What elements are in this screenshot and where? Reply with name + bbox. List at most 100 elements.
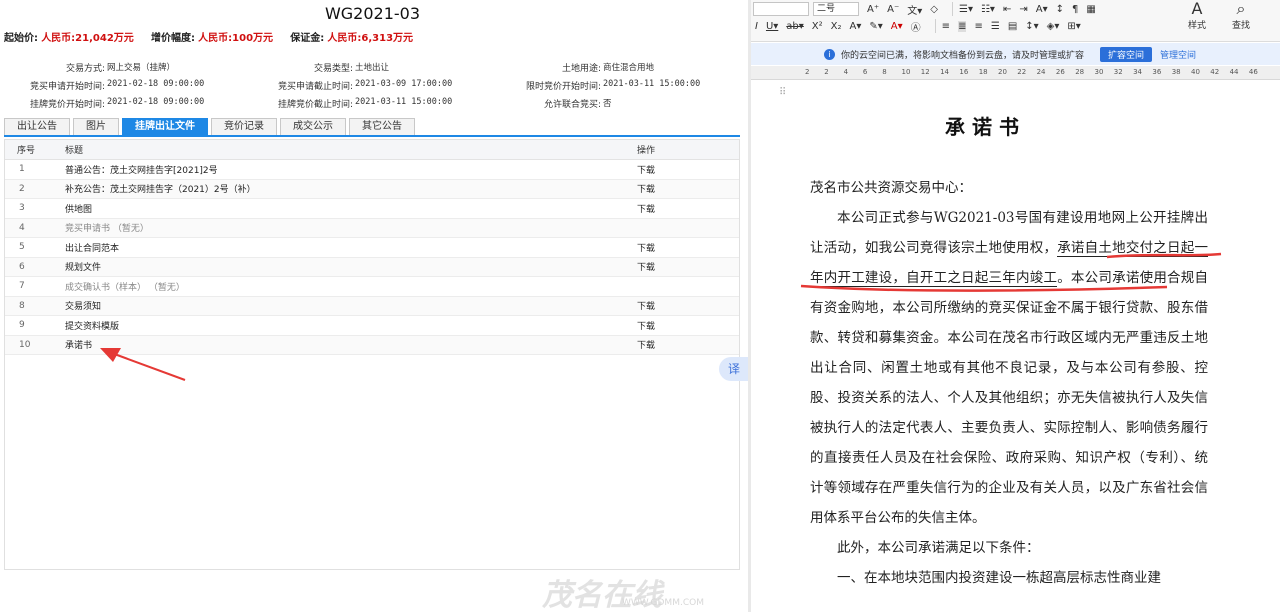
row-no: 1 [19,164,25,175]
move-handle-icon[interactable]: ⠿ [779,87,786,98]
table-row: 5 出让合同范本 下载 [5,238,739,258]
document-body[interactable]: 茂名市公共资源交易中心： 本公司正式参与WG2021-03号国有建设用地网上公开… [810,173,1208,593]
table-row: 6 规划文件 下载 [5,257,739,277]
info-icon: i [824,48,835,60]
tab-listing-documents[interactable]: 挂牌出让文件 [122,118,208,135]
distribute-icon[interactable]: ▤ [1008,21,1017,32]
deposit-label: 保证金: [290,33,325,44]
info-value: 否 [603,98,612,109]
ruler-mark: 28 [1075,68,1085,76]
line-spacing-icon[interactable]: ↕▾ [1025,21,1038,32]
download-link[interactable]: 下载 [637,182,737,195]
align-right-icon[interactable]: ≡ [974,21,982,32]
phonetic-guide-icon[interactable]: 文▾ [907,2,922,17]
grow-font-icon[interactable]: A⁺ [867,4,879,15]
subscript-icon[interactable]: X₂ [831,21,842,32]
info-cell: 挂牌竞价开始时间: 2021-02-18 09:00:00 [0,97,248,110]
ruler-mark: 30 [1094,68,1104,76]
table-row: 1 普通公告：茂土交网挂告字[2021]2号 下载 [5,160,739,180]
tab-images[interactable]: 图片 [73,118,119,135]
info-cell: 允许联合竞买: 否 [496,97,744,110]
document-editor-pane: 二号 A⁺ A⁻ 文▾ ◇ ☰▾ ☷▾ ⇤ ⇥ A▾ ↕ ¶ ▦ I U▾ ab… [751,0,1280,612]
row-no: 10 [19,339,31,350]
ruler-mark: 32 [1113,68,1123,76]
strikethrough-icon[interactable]: ab▾ [786,21,804,32]
highlight-icon[interactable]: ✎▾ [869,21,882,32]
ruler-mark: 14 [940,68,950,76]
land-listing-pane: WG2021-03 起始价: 人民币:21,042万元 增价幅度: 人民币:10… [0,0,750,612]
increase-indent-icon[interactable]: ⇥ [1019,4,1027,15]
info-value: 土地出让 [355,62,390,73]
download-link[interactable]: 下载 [637,319,737,332]
row-title: 提交资料模版 [65,321,120,332]
font-name-select[interactable] [753,2,809,16]
site-watermark: 茂名在线 WWW.GDMM.COM [542,570,750,612]
decrease-indent-icon[interactable]: ⇤ [1003,4,1011,15]
info-cell: 土地用途: 商住混合用地 [496,61,744,74]
underlined-text: 内竣工 [1016,270,1058,287]
horizontal-ruler[interactable]: 2 2 4 6 8 10 12 14 16 18 20 22 24 26 28 30 32 34 36 38 40 42 4… [751,66,1280,80]
info-cell: 限时竞价开始时间: 2021-03-11 15:00:00 [496,79,744,92]
shading-icon[interactable]: ◈▾ [1047,21,1060,32]
row-title: 普通公告：茂土交网挂告字[2021]2号 [65,165,218,176]
ruler-mark: 34 [1133,68,1143,76]
document-page[interactable]: ⠿ 承诺书 茂名市公共资源交易中心： 本公司正式参与WG2021-03号国有建设… [751,81,1280,612]
info-value: 商住混合用地 [603,62,655,73]
info-key: 竞买申请开始时间: [29,81,105,92]
info-value: 2021-02-18 09:00:00 [107,96,205,107]
font-color-icon[interactable]: A▾ [891,21,903,32]
table-row: 7 成交确认书（样本） （暂无） [5,277,739,297]
ribbon-toolbar: 二号 A⁺ A⁻ 文▾ ◇ ☰▾ ☷▾ ⇤ ⇥ A▾ ↕ ¶ ▦ I U▾ ab… [751,0,1280,42]
start-price-label: 起始价: [4,33,38,44]
download-link[interactable]: 下载 [637,299,737,312]
row-no: 7 [19,281,25,292]
numbered-list-icon[interactable]: ☷▾ [981,4,995,15]
manage-storage-link[interactable]: 管理空间 [1160,48,1196,61]
download-link[interactable]: 下载 [637,163,737,176]
underline-icon[interactable]: U▾ [766,21,778,32]
row-no: 4 [19,222,25,233]
align-left-icon[interactable]: ≡ [942,21,950,32]
ruler-mark: 20 [998,68,1007,76]
borders-icon[interactable]: ⊞▾ [1067,21,1080,32]
clear-format-icon[interactable]: ◇ [930,4,938,15]
font-size-select[interactable]: 二号 [813,2,859,16]
paragraph-commitment: 本公司正式参与WG2021-03号国有建设用地网上公开挂牌出让活动，如我公司竞得… [810,203,1208,533]
download-link[interactable]: 下载 [637,202,737,215]
info-key: 挂牌竞价开始时间: [29,99,105,110]
start-price-value: 人民币:21,042万元 [41,33,134,44]
chinese-layout-icon[interactable]: A▾ [1036,4,1048,15]
italic-icon[interactable]: I [755,21,758,32]
row-no: 5 [19,242,25,253]
justify-icon[interactable]: ☰ [991,21,1000,32]
download-link[interactable]: 下载 [637,338,737,351]
table-grid-icon[interactable]: ▦ [1086,4,1095,15]
sort-icon[interactable]: ↕ [1056,4,1064,15]
download-link[interactable]: 下载 [637,241,737,254]
bullet-list-icon[interactable]: ☰▾ [959,4,973,15]
tab-other-notices[interactable]: 其它公告 [349,118,415,135]
tab-bid-records[interactable]: 竞价记录 [211,118,277,135]
expand-storage-button[interactable]: 扩容空间 [1100,46,1153,62]
superscript-icon[interactable]: X² [812,21,823,32]
header-title: 标题 [65,146,84,156]
translate-button[interactable]: 译 [719,357,749,381]
ruler-mark: 42 [1210,68,1220,76]
align-center-icon[interactable]: ≣ [958,20,967,32]
styles-label: 样式 [1188,21,1207,31]
find-button[interactable]: ⌕ 查找 [1232,0,1250,31]
info-key: 挂牌竞价截止时间: [277,99,353,110]
styles-button[interactable]: A 样式 [1188,0,1206,31]
tab-sale-notice[interactable]: 出让公告 [4,118,70,135]
download-link[interactable]: 下载 [637,260,737,273]
info-value: 2021-03-11 15:00:00 [603,78,701,89]
header-op: 操作 [637,146,656,156]
shrink-font-icon[interactable]: A⁻ [887,4,899,15]
ruler-mark: 36 [1152,68,1162,76]
show-marks-icon[interactable]: ¶ [1072,4,1078,15]
tab-deal-publicity[interactable]: 成交公示 [280,118,346,135]
underlined-text: 内开工建设，自开工之日起 [823,270,989,287]
char-border-icon[interactable]: Ⓐ [911,19,921,34]
header-no: 序号 [17,146,36,156]
text-effect-icon[interactable]: A▾ [850,21,862,32]
